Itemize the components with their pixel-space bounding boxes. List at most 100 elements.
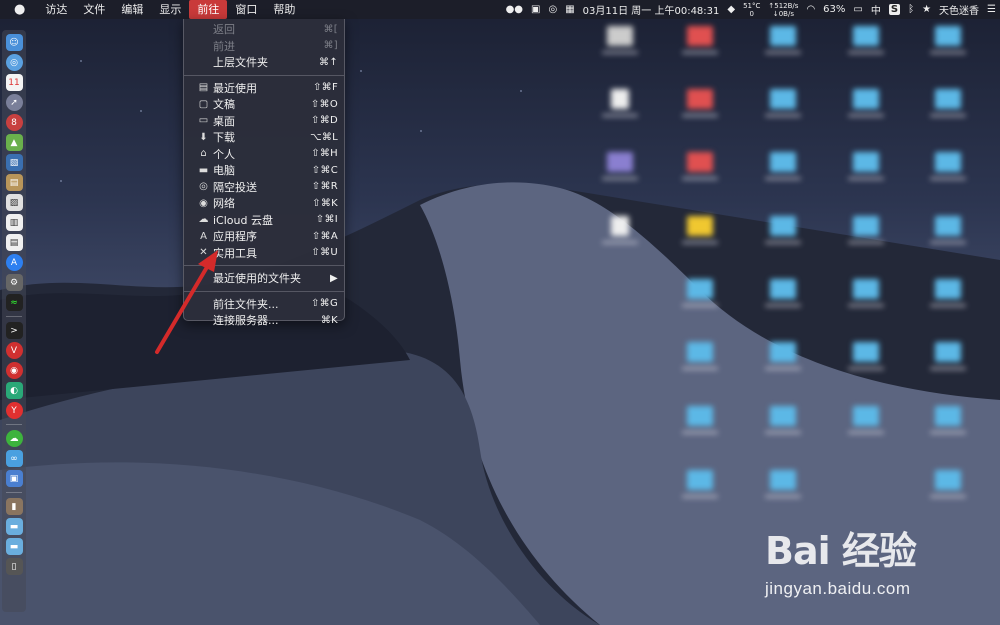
app-green-icon[interactable]: ◐ [5, 382, 23, 399]
desktop-item[interactable] [846, 279, 886, 307]
desktop-item[interactable] [600, 26, 640, 54]
menu-item-forward[interactable]: 前进 ⌘] [184, 38, 344, 55]
menu-item-desktop[interactable]: ▭ 桌面 ⇧⌘D [184, 113, 344, 130]
desktop-item[interactable] [928, 470, 968, 498]
finder-window-icon[interactable]: ▣ [5, 470, 23, 487]
desktop-item[interactable] [928, 216, 968, 244]
battery-icon[interactable]: ▭ [853, 4, 862, 15]
battery-percent[interactable]: 63% [823, 4, 845, 15]
cpu-monitor[interactable]: 51°C 0 [743, 2, 760, 18]
android-icon[interactable]: ▲ [5, 134, 23, 151]
notification-center-icon[interactable]: ☰ [987, 4, 996, 15]
desktop-item[interactable] [763, 216, 803, 244]
menu-window[interactable]: 窗口 [227, 0, 265, 19]
desktop-item[interactable] [846, 216, 886, 244]
menu-item-computer[interactable]: ▬ 电脑 ⇧⌘C [184, 162, 344, 179]
star-icon[interactable]: ★ [922, 4, 931, 15]
desktop-item[interactable] [928, 26, 968, 54]
app-icon[interactable]: ◆ [727, 4, 735, 15]
datetime[interactable]: 03月11日 周一 上午00:48:31 [583, 2, 720, 17]
desktop-item[interactable] [846, 26, 886, 54]
menu-item-connect-server[interactable]: 连接服务器... ⌘K [184, 312, 344, 329]
notes-icon[interactable]: ▤ [5, 174, 23, 191]
desktop-item[interactable] [763, 89, 803, 117]
s-app-icon[interactable]: S [888, 4, 901, 15]
menu-help[interactable]: 帮助 [265, 0, 303, 19]
menu-item-network[interactable]: ◉ 网络 ⇧⌘K [184, 195, 344, 212]
menu-view[interactable]: 显示 [151, 0, 189, 19]
trash-icon[interactable]: ▯ [5, 558, 23, 575]
desktop-item[interactable] [763, 406, 803, 434]
menu-finder[interactable]: 访达 [37, 0, 75, 19]
calendar-icon[interactable]: ▦ [565, 4, 574, 15]
menu-item-airdrop[interactable]: ◎ 隔空投送 ⇧⌘R [184, 179, 344, 196]
downloads-folder-icon[interactable]: ▬ [5, 538, 23, 555]
launchpad-icon[interactable]: ➚ [5, 94, 23, 111]
desktop-item[interactable] [846, 89, 886, 117]
desktop-item[interactable] [763, 152, 803, 180]
menu-item-icloud[interactable]: ☁ iCloud 云盘 ⇧⌘I [184, 212, 344, 229]
desktop-item[interactable] [680, 470, 720, 498]
photos-icon[interactable]: ▨ [5, 194, 23, 211]
globe-icon[interactable]: ◎ [548, 4, 557, 15]
safari-icon[interactable]: ◎ [5, 54, 23, 71]
desktop-item[interactable] [763, 279, 803, 307]
input-method[interactable]: 中 [871, 2, 881, 17]
desktop-item[interactable] [928, 406, 968, 434]
desktop-item[interactable] [928, 89, 968, 117]
menu-item-go-to-folder[interactable]: 前往文件夹... ⇧⌘G [184, 296, 344, 313]
menu-item-recents[interactable]: ▤ 最近使用 ⇧⌘F [184, 80, 344, 97]
desktop-item[interactable] [928, 152, 968, 180]
appstore-icon[interactable]: A [5, 254, 23, 271]
preview-icon[interactable]: ▧ [5, 154, 23, 171]
menu-item-utilities[interactable]: ✕ 实用工具 ⇧⌘U [184, 245, 344, 262]
desktop-item[interactable] [680, 152, 720, 180]
desktop-item[interactable] [846, 406, 886, 434]
desktop-item[interactable] [680, 279, 720, 307]
desktop-item[interactable] [680, 216, 720, 244]
desktop-item[interactable] [600, 152, 640, 180]
desktop-item[interactable] [928, 342, 968, 370]
menu-item-back[interactable]: 返回 ⌘[ [184, 21, 344, 38]
vivaldi-icon[interactable]: V [5, 342, 23, 359]
wifi-icon[interactable]: ◠ [806, 4, 815, 15]
menu-item-recent-folders[interactable]: 最近使用的文件夹 ▶ [184, 270, 344, 287]
app-red-icon[interactable]: 8 [5, 114, 23, 131]
desktop-item[interactable] [680, 89, 720, 117]
desktop-item[interactable] [846, 342, 886, 370]
menu-item-home[interactable]: ⌂ 个人 ⇧⌘H [184, 146, 344, 163]
display-icon[interactable]: ▣ [531, 4, 540, 15]
desktop-item[interactable] [763, 342, 803, 370]
apple-menu-icon[interactable]: ● [0, 0, 37, 19]
desktop-item[interactable] [763, 470, 803, 498]
finder-icon[interactable]: ☺ [5, 34, 23, 51]
desktop-item[interactable] [680, 342, 720, 370]
user-name[interactable]: 天色迷香 [939, 2, 979, 17]
infinity-icon[interactable]: ∞ [5, 450, 23, 467]
menu-edit[interactable]: 编辑 [113, 0, 151, 19]
dots-icon[interactable]: ●● [506, 4, 523, 15]
menu-item-applications[interactable]: A 应用程序 ⇧⌘A [184, 228, 344, 245]
document-icon[interactable]: ▤ [5, 234, 23, 251]
menu-file[interactable]: 文件 [75, 0, 113, 19]
image-thumb-icon[interactable]: ▮ [5, 498, 23, 515]
desktop-item[interactable] [928, 279, 968, 307]
yandex-icon[interactable]: Y [5, 402, 23, 419]
netease-music-icon[interactable]: ◉ [5, 362, 23, 379]
menu-go[interactable]: 前往 [189, 0, 228, 19]
activity-monitor-icon[interactable]: ≈ [5, 294, 23, 311]
desktop-item[interactable] [600, 216, 640, 244]
wechat-icon[interactable]: ☁ [5, 430, 23, 447]
textedit-icon[interactable]: ▥ [5, 214, 23, 231]
menu-item-downloads[interactable]: ⬇ 下载 ⌥⌘L [184, 129, 344, 146]
system-preferences-icon[interactable]: ⚙ [5, 274, 23, 291]
desktop-item[interactable] [846, 152, 886, 180]
menu-item-documents[interactable]: ▢ 文稿 ⇧⌘O [184, 96, 344, 113]
menu-item-enclosing-folder[interactable]: 上层文件夹 ⌘↑ [184, 54, 344, 71]
desktop-item[interactable] [680, 26, 720, 54]
bluetooth-icon[interactable]: ᛒ [908, 4, 914, 15]
calendar-app-icon[interactable]: 11 [5, 74, 23, 91]
desktop-item[interactable] [763, 26, 803, 54]
terminal-icon[interactable]: > [5, 322, 23, 339]
network-monitor[interactable]: ↑512B/s ↓0B/s [768, 2, 798, 18]
